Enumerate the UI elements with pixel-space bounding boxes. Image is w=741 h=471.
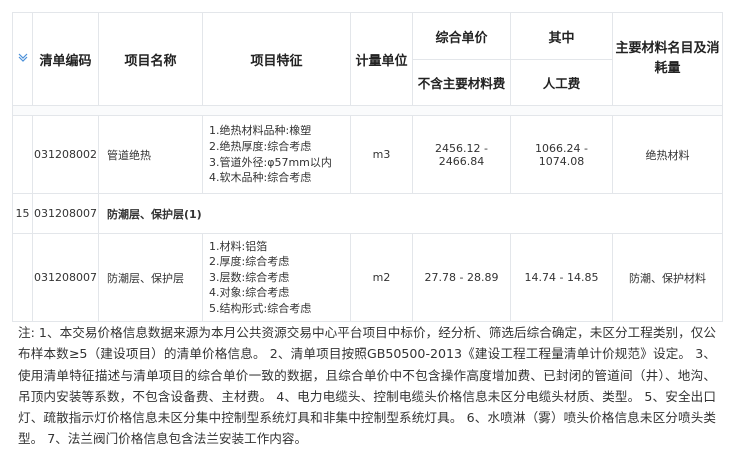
col-header-price: 综合单价 xyxy=(412,12,511,60)
feature-line: 2.绝热厚度:综合考虑 xyxy=(209,139,312,153)
row-unit: m2 xyxy=(350,233,413,322)
feature-line: 2.厚度:综合考虑 xyxy=(209,255,290,269)
row-material: 绝热材料 xyxy=(612,115,723,194)
row-features: 1.材料:铝箔 2.厚度:综合考虑 3.层数:综合考虑 4.对象:综合考虑 5.… xyxy=(202,233,351,322)
chevron-double-down-icon[interactable] xyxy=(17,52,29,67)
feature-line: 5.结构形式:综合考虑 xyxy=(209,301,312,315)
table-row: 031208002 管道绝热 1.绝热材料品种:橡塑 2.绝热厚度:综合考虑 3… xyxy=(12,115,723,194)
feature-line: 3.层数:综合考虑 xyxy=(209,270,290,284)
feature-line: 3.管道外径:φ57mm以内 xyxy=(209,155,332,169)
price-table: 清单编码 项目名称 项目特征 计量单位 综合单价 其中 主要材料名目及消耗量 不… xyxy=(12,12,723,322)
row-code: 031208002 xyxy=(32,115,99,194)
row-name: 管道绝热 xyxy=(98,115,203,194)
col-header-labor: 人工费 xyxy=(510,59,613,106)
expand-toggle[interactable] xyxy=(12,12,33,106)
group-row[interactable]: 15 031208007 防潮层、保护层(1) xyxy=(12,193,723,234)
feature-line: 1.材料:铝箔 xyxy=(209,239,268,253)
feature-line: 4.对象:综合考虑 xyxy=(209,286,290,300)
row-labor-range: 1066.24 - 1074.08 xyxy=(510,115,613,194)
row-price-range[interactable]: 27.78 - 28.89 xyxy=(412,233,511,322)
col-header-material: 主要材料名目及消耗量 xyxy=(612,12,723,106)
price-table-panel: 清单编码 项目名称 项目特征 计量单位 综合单价 其中 主要材料名目及消耗量 不… xyxy=(12,12,723,322)
feature-line: 4.软木品种:综合考虑 xyxy=(209,171,312,185)
col-header-unit: 计量单位 xyxy=(350,12,413,106)
row-unit: m3 xyxy=(350,115,413,194)
col-header-price-sub: 不含主要材料费 xyxy=(412,59,511,106)
row-code: 031208007 xyxy=(32,233,99,322)
row-features: 1.绝热材料品种:橡塑 2.绝热厚度:综合考虑 3.管道外径:φ57mm以内 4… xyxy=(202,115,351,194)
feature-line: 1.绝热材料品种:橡塑 xyxy=(209,124,312,138)
group-code: 031208007 xyxy=(32,193,99,234)
table-row: 031208007 防潮层、保护层 1.材料:铝箔 2.厚度:综合考虑 3.层数… xyxy=(12,233,723,322)
row-price-range[interactable]: 2456.12 - 2466.84 xyxy=(412,115,511,194)
col-header-name: 项目名称 xyxy=(98,12,203,106)
col-header-code: 清单编码 xyxy=(32,12,99,106)
col-header-feature: 项目特征 xyxy=(202,12,351,106)
row-labor-range: 14.74 - 14.85 xyxy=(510,233,613,322)
group-name: 防潮层、保护层(1) xyxy=(98,193,723,234)
row-spacer xyxy=(12,105,723,116)
footnote: 注: 1、本交易价格信息数据来源为本月公共资源交易中心平台项目中标价，经分析、筛… xyxy=(18,325,716,447)
row-name: 防潮层、保护层 xyxy=(98,233,203,322)
group-index[interactable]: 15 xyxy=(12,193,33,234)
row-material: 防潮、保护材料 xyxy=(612,233,723,322)
col-header-of-which: 其中 xyxy=(510,12,613,60)
